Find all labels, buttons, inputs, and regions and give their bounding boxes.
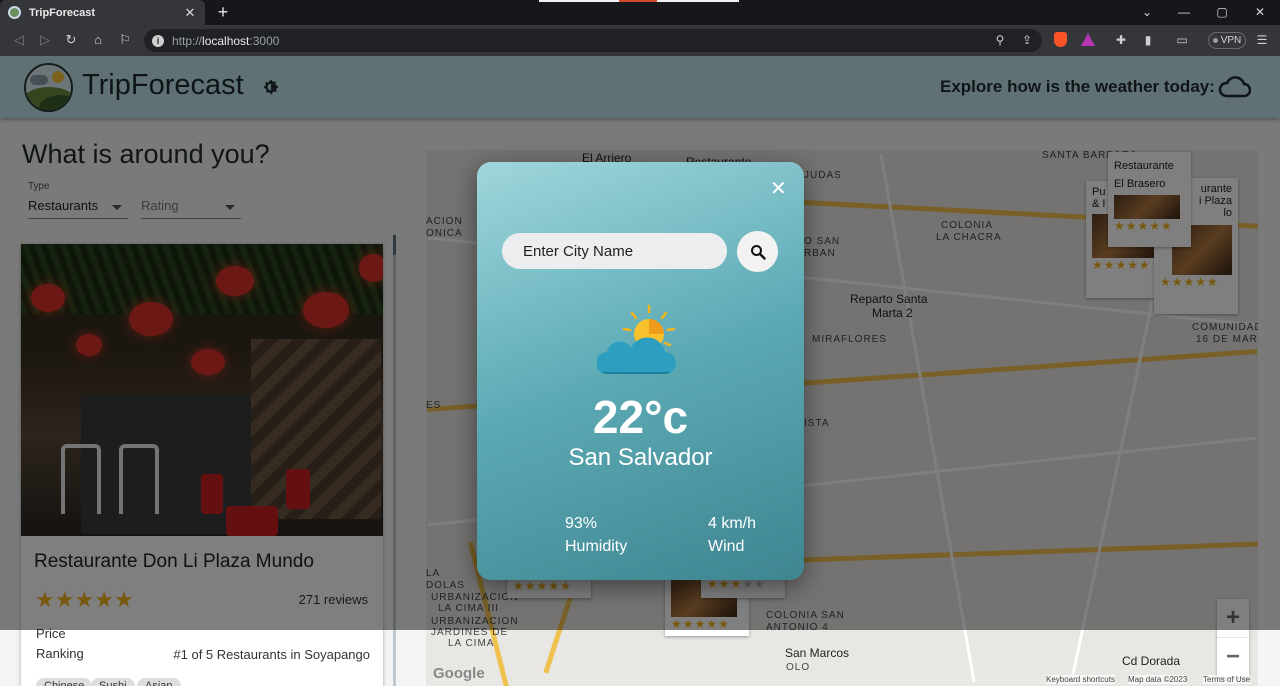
new-tab-button[interactable]: + bbox=[214, 2, 232, 22]
wallet-icon[interactable]: ▭ bbox=[1175, 33, 1189, 47]
url-host: localhost bbox=[202, 33, 250, 48]
city-name: San Salvador bbox=[568, 444, 713, 471]
wind-value: 4 km/h bbox=[708, 515, 757, 532]
url-protocol: http:// bbox=[172, 33, 203, 48]
weather-modal: ✕ 22°c San Salvador 93% bbox=[477, 162, 804, 580]
close-icon[interactable]: ✕ bbox=[770, 179, 787, 199]
map-label: Cd Dorada bbox=[1122, 654, 1181, 668]
humidity-stat: 93% Humidity bbox=[565, 512, 627, 558]
maximize-button[interactable]: ▢ bbox=[1215, 4, 1229, 20]
tab-tripforecast[interactable]: TripForecast ✕ bbox=[0, 0, 205, 25]
map-label: OLO bbox=[786, 662, 811, 673]
modal-backdrop[interactable] bbox=[0, 56, 1280, 118]
wind-label: Wind bbox=[708, 538, 745, 555]
vpn-label: VPN bbox=[1220, 35, 1242, 46]
reload-icon[interactable]: ↻ bbox=[62, 31, 80, 49]
terms-link[interactable]: Terms of Use bbox=[1203, 675, 1251, 684]
menu-icon[interactable]: ☰ bbox=[1255, 33, 1269, 47]
cuisine-chip[interactable]: Sushi bbox=[91, 678, 135, 686]
sidebar-icon[interactable]: ▮ bbox=[1141, 33, 1155, 47]
search-icon bbox=[750, 244, 766, 260]
cuisine-chip[interactable]: Asian bbox=[137, 678, 181, 686]
app-viewport: TripForecast Explore how is the weather … bbox=[0, 56, 1280, 686]
vpn-button[interactable]: VPN bbox=[1208, 32, 1246, 49]
city-search-input[interactable] bbox=[502, 233, 727, 269]
wind-stat: 4 km/h Wind bbox=[708, 512, 756, 558]
map-label: LA CIMA bbox=[448, 638, 495, 649]
temperature: 22°c bbox=[592, 391, 689, 443]
tab-strip: TripForecast ✕ + ⌄ — ▢ ✕ bbox=[0, 0, 1280, 25]
brave-rewards-icon[interactable] bbox=[1081, 33, 1095, 46]
site-info-icon[interactable]: i bbox=[152, 34, 164, 47]
map-label: San Marcos bbox=[785, 646, 850, 660]
url-port: :3000 bbox=[249, 33, 280, 48]
ranking-label: Ranking bbox=[36, 646, 84, 661]
partly-cloudy-icon bbox=[597, 304, 676, 374]
extensions-icon[interactable]: ✚ bbox=[1114, 33, 1128, 47]
map-data-text: Map data ©2023 bbox=[1128, 675, 1188, 684]
keyboard-shortcuts-link[interactable]: Keyboard shortcuts bbox=[1046, 675, 1115, 684]
google-logo: Google bbox=[433, 665, 485, 682]
humidity-value: 93% bbox=[565, 515, 598, 532]
browser-toolbar: ◁ ▷ ↻ ⌂ ⚐ i http://localhost:3000 ⚲ ⇪ ✚ … bbox=[0, 25, 1280, 56]
forward-icon[interactable]: ▷ bbox=[36, 31, 54, 49]
tab-search-icon[interactable]: ⌄ bbox=[1140, 4, 1154, 20]
close-window-button[interactable]: ✕ bbox=[1253, 4, 1267, 20]
humidity-label: Humidity bbox=[565, 538, 628, 555]
tab-title: TripForecast bbox=[29, 6, 96, 19]
bookmark-icon[interactable]: ⚐ bbox=[116, 31, 134, 49]
favicon-icon bbox=[8, 6, 21, 19]
window-title-indicator bbox=[539, 0, 739, 2]
share-icon[interactable]: ⇪ bbox=[1020, 33, 1034, 47]
cuisine-chip[interactable]: Chinese bbox=[36, 678, 93, 686]
minimize-button[interactable]: — bbox=[1177, 4, 1191, 20]
address-bar[interactable]: i http://localhost:3000 bbox=[144, 29, 1042, 52]
back-icon[interactable]: ◁ bbox=[10, 31, 28, 49]
ranking-value: #1 of 5 Restaurants in Soyapango bbox=[173, 647, 370, 662]
browser-chrome: TripForecast ✕ + ⌄ — ▢ ✕ ◁ ▷ ↻ ⌂ ⚐ i htt… bbox=[0, 0, 1280, 56]
location-icon[interactable]: ⚲ bbox=[993, 33, 1007, 47]
home-icon[interactable]: ⌂ bbox=[89, 31, 107, 49]
search-button[interactable] bbox=[737, 231, 778, 272]
brave-shields-icon[interactable] bbox=[1054, 32, 1067, 47]
tab-close-icon[interactable]: ✕ bbox=[183, 5, 197, 21]
zoom-out-button[interactable]: − bbox=[1217, 637, 1249, 675]
